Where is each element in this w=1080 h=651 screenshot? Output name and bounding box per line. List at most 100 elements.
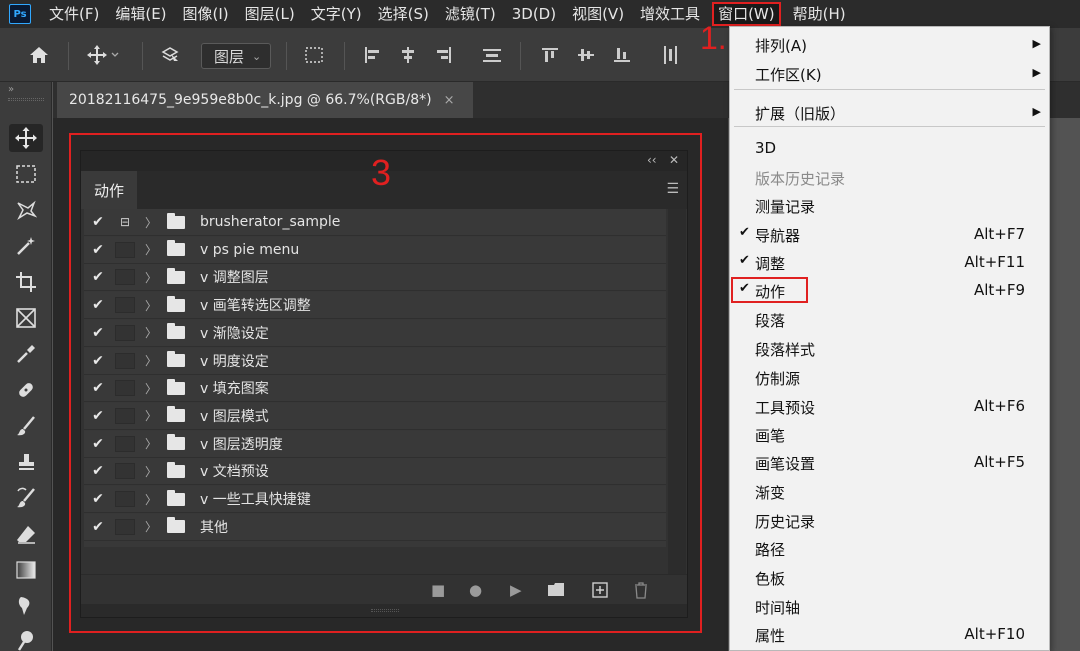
toggle-dialog-icon[interactable] (115, 297, 135, 314)
marquee-tool-icon[interactable] (9, 160, 43, 188)
close-panel-icon[interactable]: ✕ (669, 153, 679, 167)
expand-chevron-icon[interactable]: 〉 (145, 324, 161, 341)
healing-brush-tool-icon[interactable] (9, 376, 43, 404)
gradient-tool-icon[interactable] (9, 556, 43, 584)
toggle-item-check-icon[interactable]: ✔ (84, 436, 112, 452)
auto-select-target-dropdown[interactable]: 图层 ⌄ (201, 43, 271, 69)
panel-resize-handle[interactable] (81, 604, 687, 617)
window-menu-item[interactable]: 仿制源 (730, 363, 1049, 391)
expand-chevron-icon[interactable]: 〉 (145, 380, 161, 397)
window-menu-item[interactable]: 排列(A) ▶ (730, 30, 1049, 58)
toggle-dialog-icon[interactable] (115, 463, 135, 480)
panel-menu-icon[interactable]: ☰ (666, 181, 679, 197)
window-menu-item[interactable]: 属性 Alt+F10 (730, 620, 1049, 648)
trash-icon[interactable] (633, 581, 649, 603)
menu-layer[interactable]: 图层(L) (237, 0, 303, 28)
action-set-row[interactable]: ✔ 〉 v 调整图层 (84, 264, 666, 292)
expand-chevron-icon[interactable]: 〉 (145, 491, 161, 508)
expand-chevron-icon[interactable]: 〉 (145, 241, 161, 258)
toggle-item-check-icon[interactable]: ✔ (84, 214, 112, 230)
toggle-item-check-icon[interactable]: ✔ (84, 325, 112, 341)
menu-plugins[interactable]: 增效工具 (632, 0, 708, 28)
play-icon[interactable]: ▶ (510, 581, 522, 599)
window-menu-item[interactable]: 色板 (730, 563, 1049, 591)
toggle-dialog-icon[interactable] (115, 380, 135, 397)
align-hcenter-icon[interactable] (394, 28, 422, 82)
action-set-row[interactable]: ✔ 〉 其他 (84, 513, 666, 541)
action-set-row[interactable]: ✔ 〉 v ps pie menu (84, 236, 666, 264)
window-menu-item[interactable]: 画笔 (730, 420, 1049, 448)
window-menu-item[interactable]: ✔ 调整 Alt+F11 (730, 248, 1049, 276)
stop-icon[interactable]: ■ (431, 581, 445, 599)
menu-file[interactable]: 文件(F) (41, 0, 107, 28)
window-menu-item[interactable]: 段落 (730, 305, 1049, 333)
window-menu-item[interactable]: 时间轴 (730, 592, 1049, 620)
toggle-dialog-icon[interactable] (115, 518, 135, 535)
close-tab-icon[interactable]: × (444, 93, 455, 108)
window-menu-item[interactable]: 3D (730, 134, 1049, 162)
expand-chevron-icon[interactable]: 〉 (145, 352, 161, 369)
expand-chevron-icon[interactable]: 〉 (145, 269, 161, 286)
action-set-row[interactable]: ✔ ⊟ 〉 brusherator_sample (84, 209, 666, 236)
toggle-dialog-icon[interactable] (115, 435, 135, 452)
history-brush-tool-icon[interactable] (9, 484, 43, 512)
clone-stamp-tool-icon[interactable] (9, 448, 43, 476)
action-set-row[interactable]: ✔ 〉 v 文档预设 (84, 458, 666, 486)
distribute-vertical-icon[interactable] (478, 28, 506, 82)
dodge-tool-icon[interactable] (9, 626, 43, 651)
toolbar-grip[interactable] (8, 98, 44, 101)
auto-select-icon[interactable] (154, 28, 186, 82)
expand-chevron-icon[interactable]: 〉 (145, 463, 161, 480)
toggle-item-check-icon[interactable]: ✔ (84, 463, 112, 479)
toggle-item-check-icon[interactable]: ✔ (84, 242, 112, 258)
collapse-panel-icon[interactable]: ‹‹ (647, 153, 657, 167)
menu-select[interactable]: 选择(S) (370, 0, 437, 28)
action-set-row[interactable]: ✔ 〉 v 明度设定 (84, 347, 666, 375)
window-menu-item[interactable]: 渐变 (730, 477, 1049, 505)
toggle-item-check-icon[interactable]: ✔ (84, 491, 112, 507)
expand-chevron-icon[interactable]: 〉 (145, 407, 161, 424)
actions-list-scrollbar[interactable] (668, 209, 686, 574)
transform-controls-icon[interactable] (298, 28, 330, 82)
crop-tool-icon[interactable] (9, 268, 43, 296)
move-tool-icon[interactable] (9, 124, 43, 152)
menu-edit[interactable]: 编辑(E) (107, 0, 174, 28)
magic-wand-tool-icon[interactable] (9, 232, 43, 260)
eyedropper-tool-icon[interactable] (9, 340, 43, 368)
expand-chevron-icon[interactable]: 〉 (145, 435, 161, 452)
expand-chevron-icon[interactable]: 〉 (145, 297, 161, 314)
action-set-row[interactable]: ✔ 〉 v 图层透明度 (84, 430, 666, 458)
document-tab[interactable]: 20182116475_9e959e8b0c_k.jpg @ 66.7%(RGB… (57, 82, 473, 118)
lasso-tool-icon[interactable] (9, 196, 43, 224)
toggle-dialog-icon[interactable] (115, 407, 135, 424)
window-menu-item[interactable]: 工作区(K) ▶ (730, 59, 1049, 87)
align-bottom-icon[interactable] (608, 28, 636, 82)
distribute-horizontal-icon[interactable] (656, 28, 684, 82)
tab-actions[interactable]: 动作 (81, 171, 137, 209)
menu-view[interactable]: 视图(V) (564, 0, 632, 28)
toggle-dialog-icon[interactable] (115, 269, 135, 286)
toggle-item-check-icon[interactable]: ✔ (84, 519, 112, 535)
window-menu-item[interactable]: 测量记录 (730, 191, 1049, 219)
action-set-row[interactable]: ✔ 〉 v 填充图案 (84, 375, 666, 403)
window-menu-item[interactable]: 段落样式 (730, 334, 1049, 362)
new-action-icon[interactable] (592, 582, 608, 602)
blur-tool-icon[interactable] (9, 592, 43, 620)
eraser-tool-icon[interactable] (9, 520, 43, 548)
expand-chevron-icon[interactable]: 〉 (145, 518, 161, 535)
action-set-row[interactable]: ✔ 〉 v 一些工具快捷键 (84, 486, 666, 513)
window-menu-item[interactable]: 扩展（旧版） ▶ (730, 98, 1049, 126)
menu-type[interactable]: 文字(Y) (303, 0, 370, 28)
action-set-row[interactable]: ✔ 〉 v 图层模式 (84, 402, 666, 430)
menu-3d[interactable]: 3D(D) (504, 0, 564, 28)
toggle-item-check-icon[interactable]: ✔ (84, 297, 112, 313)
toggle-item-check-icon[interactable]: ✔ (84, 380, 112, 396)
window-menu-item[interactable]: 历史记录 (730, 506, 1049, 534)
toggle-item-check-icon[interactable]: ✔ (84, 353, 112, 369)
action-set-row[interactable]: ✔ 〉 v 渐隐设定 (84, 319, 666, 347)
toggle-dialog-icon[interactable] (115, 324, 135, 341)
brush-tool-icon[interactable] (9, 412, 43, 440)
menu-image[interactable]: 图像(I) (175, 0, 237, 28)
toggle-item-check-icon[interactable]: ✔ (84, 269, 112, 285)
menu-filter[interactable]: 滤镜(T) (437, 0, 504, 28)
